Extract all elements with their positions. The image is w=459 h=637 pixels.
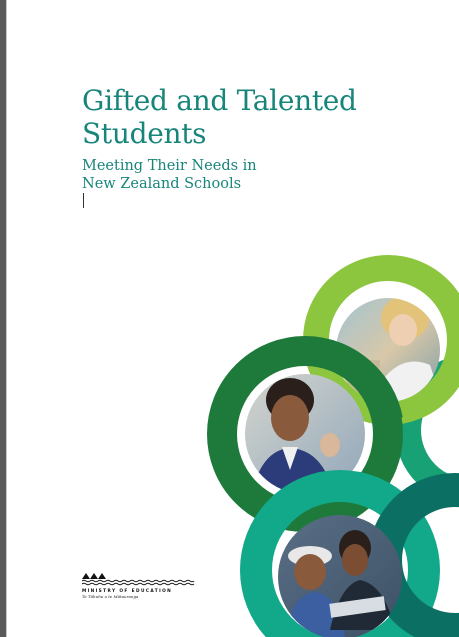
- document-cover: Gifted and Talented Students Meeting The…: [0, 0, 459, 637]
- ring-photo-graphic: [207, 255, 459, 637]
- wave-line-2: [82, 582, 195, 586]
- wave-line: [82, 579, 195, 583]
- ministry-tagline: Te Tāhuhu o te Mātauranga: [82, 594, 139, 599]
- mountain-icon: [82, 573, 106, 579]
